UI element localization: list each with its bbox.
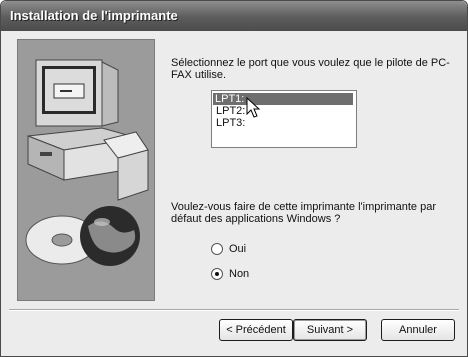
wizard-illustration [17,39,155,301]
non-radio-label[interactable]: Non [229,268,249,280]
installer-dialog: Installation de l'imprimante Sélectionne… [0,0,468,357]
oui-radio-label[interactable]: Oui [229,243,246,255]
port-listbox[interactable]: LPT1: LPT2: LPT3: [211,90,357,148]
footer-divider [9,309,459,311]
cancel-button[interactable]: Annuler [381,319,455,341]
next-button[interactable]: Suivant > [293,319,367,341]
computer-and-cd-illustration [25,59,149,266]
non-radio[interactable] [211,268,223,280]
port-option-lpt1[interactable]: LPT1: [213,93,353,105]
title-bar[interactable]: Installation de l'imprimante [1,1,467,31]
back-button[interactable]: < Précédent [219,319,293,341]
oui-radio[interactable] [211,243,223,255]
mouse-cursor-icon [246,97,261,118]
port-option-lpt3[interactable]: LPT3: [214,117,247,129]
port-prompt: Sélectionnez le port que vous voulez que… [171,57,450,81]
default-printer-prompt: Voulez-vous faire de cette imprimante l'… [171,201,436,225]
window-title: Installation de l'imprimante [10,8,178,23]
port-option-lpt2[interactable]: LPT2: [214,105,247,117]
